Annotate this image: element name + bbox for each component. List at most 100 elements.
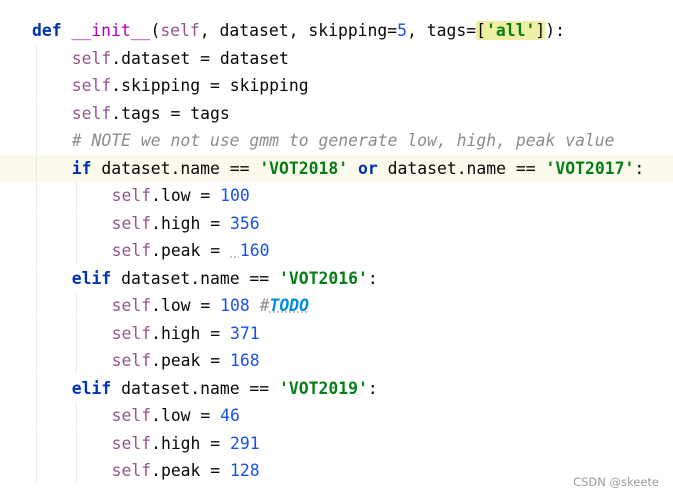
code-token: 'VOT2018' <box>259 158 349 178</box>
code-text: self.high = 356 <box>112 210 260 237</box>
code-token: self <box>111 241 152 260</box>
code-token: or <box>358 158 378 178</box>
code-token: self <box>111 296 152 315</box>
code-line[interactable]: elif dataset.name == 'VOT2016': <box>0 264 673 292</box>
code-token: 128 <box>230 461 260 480</box>
indent-guide <box>36 457 37 484</box>
code-token: .dataset = dataset <box>111 48 289 68</box>
code-token: dataset.name == <box>91 158 260 178</box>
code-line[interactable]: self.tags = tags <box>0 99 673 127</box>
code-token: .peak = <box>151 351 231 370</box>
code-token: # <box>259 296 270 315</box>
code-line[interactable]: self.low = 108 #TODO <box>0 292 673 319</box>
code-token: 291 <box>230 433 260 453</box>
indent-guide <box>75 319 77 347</box>
code-line[interactable]: self.peak = 160 <box>0 237 673 264</box>
code-token: 371 <box>230 323 260 343</box>
code-token: def <box>32 21 62 40</box>
code-text: self.dataset = dataset <box>72 45 289 72</box>
indent-guide <box>75 209 77 237</box>
code-token: self <box>71 76 112 95</box>
code-token: [ <box>476 21 486 40</box>
code-token: dataset.name == <box>111 378 280 398</box>
code-line[interactable]: self.peak = 128 <box>0 457 673 484</box>
indent-guide <box>36 374 37 402</box>
code-text: self.low = 108 #TODO <box>112 292 309 319</box>
code-token: 5 <box>397 21 408 40</box>
indent-guide <box>75 292 77 319</box>
code-token: TODO <box>269 296 309 315</box>
code-line[interactable]: # NOTE we not use gmm to generate low, h… <box>0 127 673 154</box>
code-token: , tags= <box>407 21 477 40</box>
code-token: .low = <box>151 406 221 425</box>
code-line[interactable]: self.high = 291 <box>0 429 673 457</box>
code-line[interactable]: self.skipping = skipping <box>0 72 673 99</box>
code-token: dataset.name == <box>377 158 546 178</box>
docstring-fragment: """ <box>32 0 62 5</box>
code-token: 46 <box>220 406 240 425</box>
watermark: CSDN @skeete <box>573 475 659 489</box>
code-token: .tags = tags <box>111 103 230 123</box>
indent-guide <box>36 402 37 429</box>
code-token: .low = <box>151 186 221 205</box>
code-line[interactable]: self.high = 371 <box>0 319 673 347</box>
code-line[interactable]: def __init__(self, dataset, skipping=5, … <box>0 17 673 44</box>
code-token: .skipping = skipping <box>111 76 309 95</box>
code-token: if <box>71 158 92 178</box>
indent-guide <box>36 264 37 292</box>
code-editor[interactable]: """ def __init__(self, dataset, skipping… <box>0 0 673 495</box>
code-token: : <box>634 158 645 178</box>
code-text: if dataset.name == 'VOT2018' or dataset.… <box>72 155 644 182</box>
code-token: : <box>367 268 378 288</box>
code-line[interactable]: self.low = 100 <box>0 182 673 209</box>
code-token: .peak = <box>151 461 231 480</box>
code-token: ( <box>150 21 161 40</box>
code-line[interactable]: self.dataset = dataset <box>0 44 673 72</box>
code-token: 168 <box>230 351 260 370</box>
code-text: self.peak = 168 <box>112 347 260 374</box>
code-token: .high = <box>151 213 231 233</box>
code-text: self.skipping = skipping <box>72 72 309 99</box>
code-text: self.low = 46 <box>112 402 240 429</box>
code-token: elif <box>71 378 112 398</box>
code-token: .high = <box>151 323 231 343</box>
code-line[interactable]: self.low = 46 <box>0 402 673 429</box>
code-text: self.high = 291 <box>112 430 260 457</box>
indent-guide <box>75 402 77 429</box>
indent-guide <box>36 292 37 319</box>
code-token: self <box>111 351 152 370</box>
code-token: self <box>111 213 152 233</box>
code-line-current[interactable]: if dataset.name == 'VOT2018' or dataset.… <box>0 154 673 182</box>
indent-guide <box>75 457 77 484</box>
indent-guide <box>36 319 37 347</box>
indent-guide <box>36 154 37 182</box>
code-token: self <box>111 433 152 453</box>
indent-guide <box>75 347 77 374</box>
code-token: 108 <box>220 296 250 315</box>
code-token: ): <box>545 21 565 40</box>
indent-guide <box>75 429 77 457</box>
code-token: 100 <box>220 186 250 205</box>
code-text: self.tags = tags <box>72 100 230 127</box>
code-token: 'VOT2017' <box>545 158 635 178</box>
code-text: # NOTE we not use gmm to generate low, h… <box>72 127 615 154</box>
code-line[interactable]: self.peak = 168 <box>0 347 673 374</box>
code-text: self.low = 100 <box>112 182 250 209</box>
indent-guide <box>36 44 37 72</box>
code-line[interactable]: self.high = 356 <box>0 209 673 237</box>
code-token: self <box>111 406 152 425</box>
code-text: self.high = 371 <box>112 320 260 347</box>
indent-guide <box>75 182 77 209</box>
indent-guide <box>36 182 37 209</box>
code-text: elif dataset.name == 'VOT2016': <box>72 265 378 292</box>
code-token: self <box>71 48 112 68</box>
code-token: 'VOT2016' <box>279 268 368 288</box>
code-token: # NOTE we not use gmm to generate low, h… <box>71 131 615 150</box>
indent-guide <box>36 99 37 127</box>
code-line[interactable]: elif dataset.name == 'VOT2019': <box>0 374 673 402</box>
code-text: def __init__(self, dataset, skipping=5, … <box>32 17 565 44</box>
indent-guide <box>36 209 37 237</box>
code-token: ] <box>535 21 546 40</box>
